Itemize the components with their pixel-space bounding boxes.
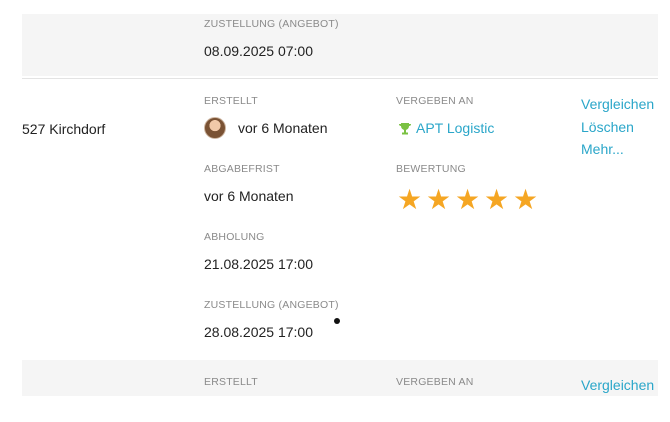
star-icon: ★ — [454, 184, 481, 215]
rating-label: BEWERTUNG — [396, 163, 466, 175]
created-value: vor 6 Monaten — [238, 120, 328, 136]
address-text: 527 Kirchdorf — [22, 121, 106, 137]
star-icon: ★ — [396, 184, 423, 215]
cursor-dot — [334, 318, 340, 324]
deadline-label: ABGABEFRIST — [204, 163, 280, 175]
awarded-label: VERGEBEN AN — [396, 376, 474, 388]
created-label: ERSTELLT — [204, 376, 258, 388]
table-row-previous: ZUSTELLUNG (ANGEBOT) 08.09.2025 07:00 — [22, 14, 658, 76]
delivery-label: ZUSTELLUNG (ANGEBOT) — [204, 18, 339, 30]
table-row-next: ERSTELLT VERGEBEN AN Vergleichen — [22, 360, 658, 396]
awarded-link[interactable]: APT Logistic — [416, 120, 494, 136]
compare-link[interactable]: Vergleichen — [581, 96, 654, 112]
delivery-label: ZUSTELLUNG (ANGEBOT) — [204, 299, 339, 311]
pickup-label: ABHOLUNG — [204, 231, 265, 243]
delivery-value: 08.09.2025 07:00 — [204, 43, 313, 59]
star-icon: ★ — [425, 184, 452, 215]
star-icon: ★ — [512, 184, 539, 215]
delivery-value: 28.08.2025 17:00 — [204, 324, 313, 340]
delete-link[interactable]: Löschen — [581, 119, 634, 135]
pickup-value: 21.08.2025 17:00 — [204, 256, 313, 272]
awarded-label: VERGEBEN AN — [396, 95, 474, 107]
rating-stars: ★ ★ ★ ★ ★ — [396, 184, 539, 215]
trophy-icon — [399, 123, 411, 135]
deadline-value: vor 6 Monaten — [204, 188, 294, 204]
compare-link[interactable]: Vergleichen — [581, 377, 654, 393]
table-row: 527 Kirchdorf ERSTELLT vor 6 Monaten ABG… — [22, 78, 658, 361]
created-label: ERSTELLT — [204, 95, 258, 107]
user-avatar[interactable] — [204, 117, 226, 139]
more-link[interactable]: Mehr... — [581, 141, 624, 157]
star-icon: ★ — [483, 184, 510, 215]
